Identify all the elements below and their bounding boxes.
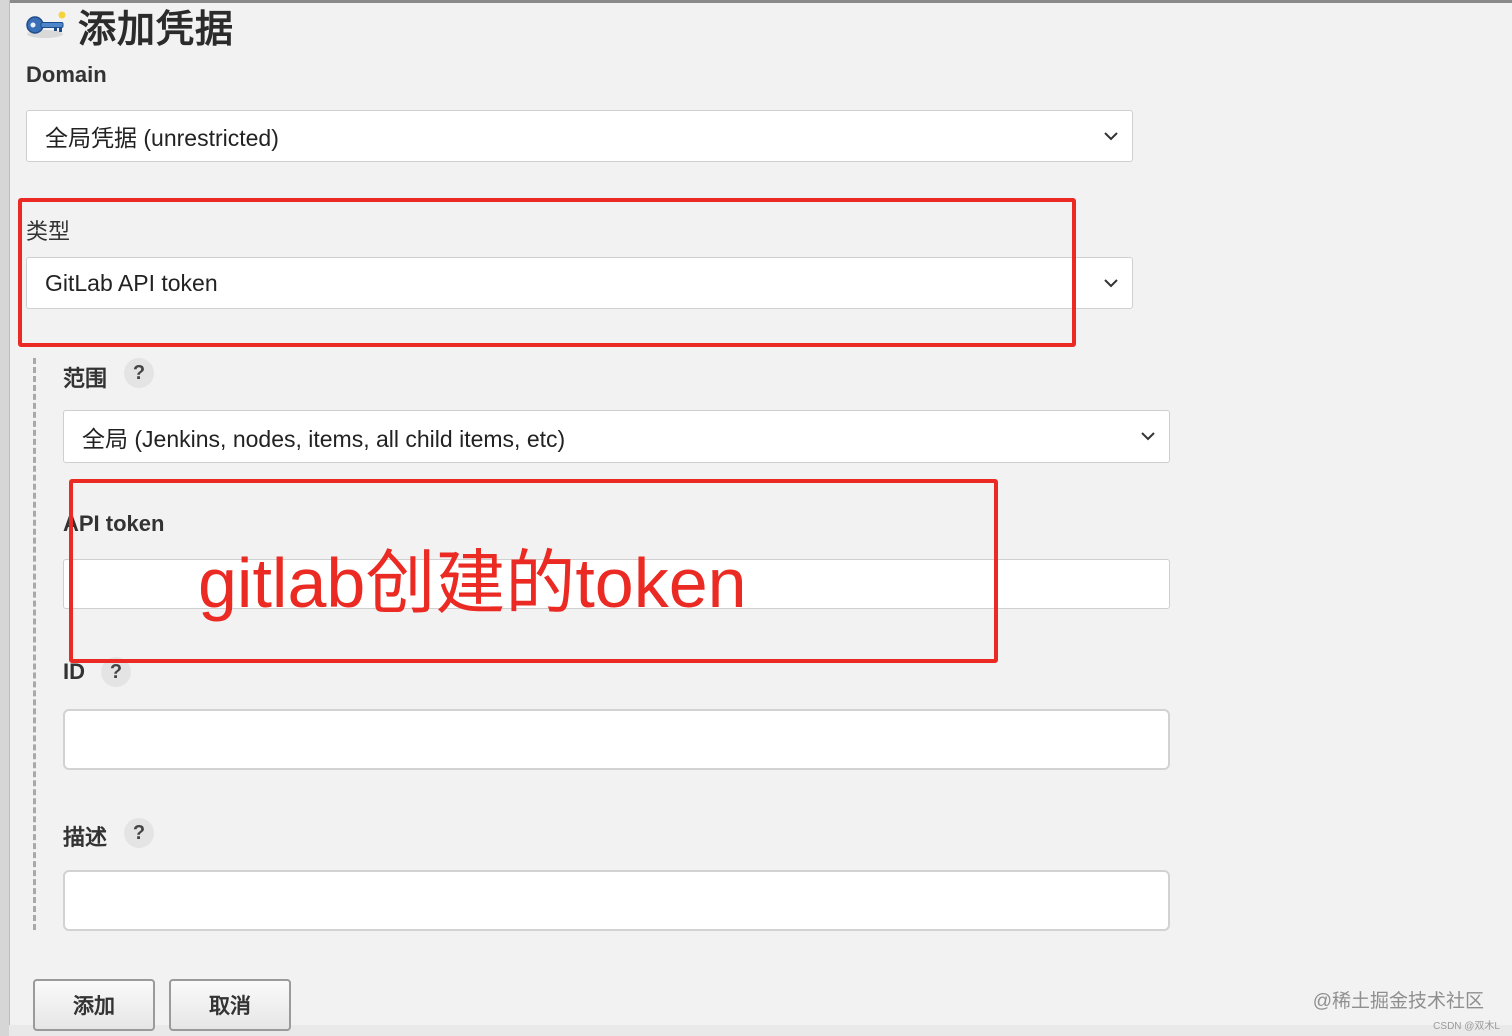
key-icon xyxy=(26,11,66,38)
watermark-small: CSDN @双木L xyxy=(1433,1021,1500,1032)
id-help-icon[interactable]: ? xyxy=(101,657,131,687)
id-label: ID xyxy=(63,659,85,684)
window-left-border xyxy=(0,0,10,1036)
page-title: 添加凭据 xyxy=(78,8,235,51)
annotation-text: gitlab创建的token xyxy=(198,544,747,622)
chevron-down-icon xyxy=(1104,279,1118,288)
scope-select[interactable]: 全局 (Jenkins, nodes, items, all child ite… xyxy=(63,410,1170,463)
domain-select[interactable]: 全局凭据 (unrestricted) xyxy=(26,110,1133,162)
scope-select-value: 全局 (Jenkins, nodes, items, all child ite… xyxy=(82,425,566,452)
kind-label: 类型 xyxy=(26,219,71,244)
description-input[interactable] xyxy=(63,870,1170,931)
api-token-label: API token xyxy=(63,511,165,536)
scope-label: 范围 xyxy=(63,366,108,391)
domain-select-value: 全局凭据 (unrestricted) xyxy=(45,125,279,151)
description-help-icon[interactable]: ? xyxy=(124,818,154,848)
chevron-down-icon xyxy=(1141,432,1155,441)
page-header: 添加凭据 xyxy=(24,0,235,51)
description-label: 描述 xyxy=(63,825,108,850)
domain-label: Domain xyxy=(26,62,107,87)
kind-select[interactable]: GitLab API token xyxy=(26,257,1133,309)
kind-select-value: GitLab API token xyxy=(45,269,218,296)
scope-help-icon[interactable]: ? xyxy=(124,358,154,388)
add-button[interactable]: 添加 xyxy=(33,979,155,1031)
cancel-button[interactable]: 取消 xyxy=(169,979,291,1031)
nested-section-divider xyxy=(33,358,36,930)
watermark: @稀土掘金技术社区 xyxy=(1312,991,1484,1012)
chevron-down-icon xyxy=(1104,132,1118,141)
id-input[interactable] xyxy=(63,709,1170,770)
